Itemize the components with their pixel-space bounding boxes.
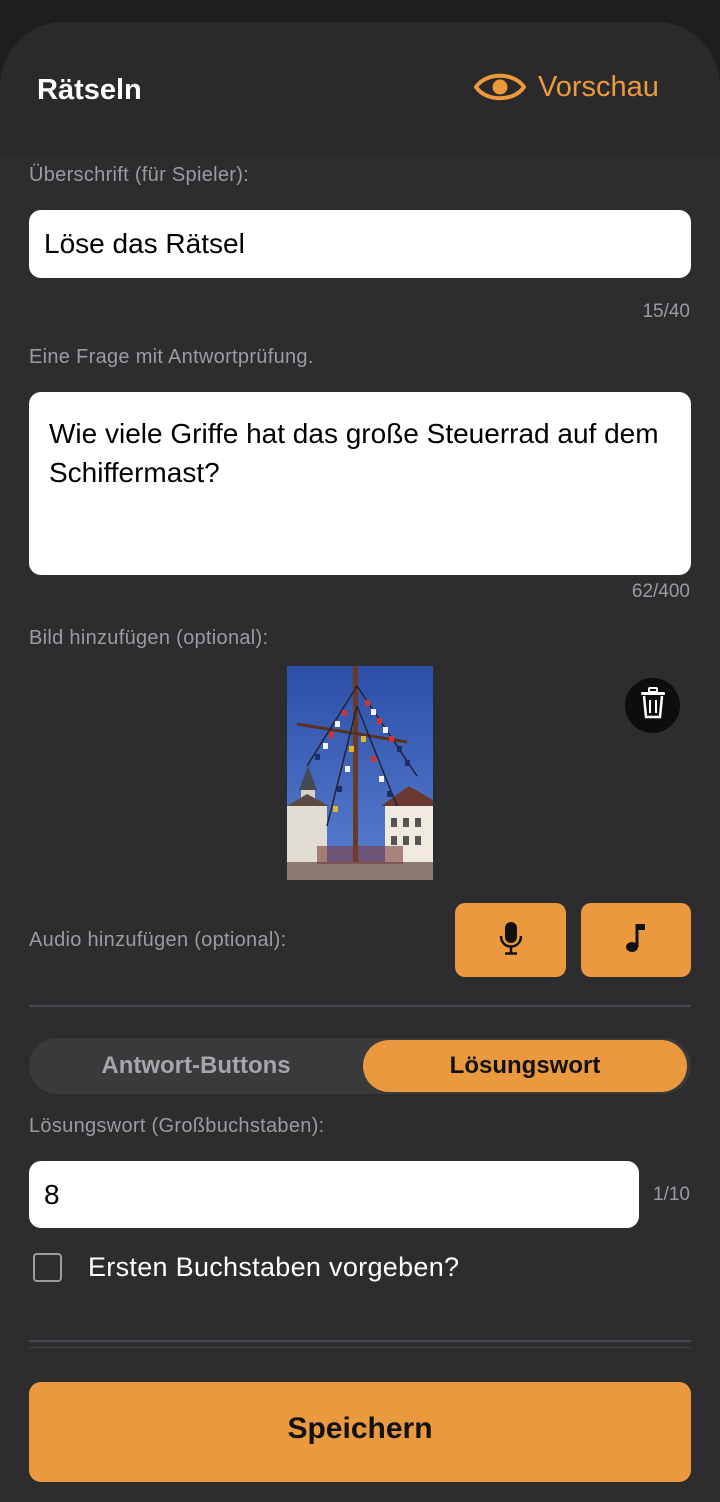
page-title: Rätseln: [37, 74, 142, 106]
editor-sheet: Rätseln Vorschau Überschrift (für Spiele…: [0, 22, 720, 1502]
footer-divider-bottom: [29, 1347, 691, 1348]
first-letter-checkbox[interactable]: [33, 1253, 62, 1282]
question-label: Eine Frage mit Antwortprüfung.: [29, 346, 314, 368]
preview-button[interactable]: Vorschau: [474, 70, 659, 104]
header-bar: Rätseln Vorschau: [0, 22, 720, 156]
solution-word-field-box: [29, 1161, 639, 1228]
section-divider: [29, 1005, 691, 1007]
preview-label: Vorschau: [538, 70, 659, 103]
attached-photo[interactable]: [287, 666, 433, 880]
heading-field-box: [29, 210, 691, 278]
microphone-icon: [499, 921, 523, 960]
question-char-counter: 62/400: [631, 581, 690, 602]
question-textarea[interactable]: Wie viele Griffe hat das große Steuerrad…: [29, 392, 691, 575]
heading-input[interactable]: [29, 210, 691, 278]
solution-word-char-counter: 1/10: [653, 1184, 690, 1205]
footer-divider-top: [29, 1340, 691, 1342]
tab-answer-buttons[interactable]: Antwort-Buttons: [31, 1040, 361, 1092]
choose-music-button[interactable]: [581, 903, 691, 977]
solution-word-input[interactable]: [29, 1161, 639, 1228]
solution-word-label: Lösungswort (Großbuchstaben):: [29, 1115, 325, 1137]
trash-icon: [639, 687, 667, 724]
image-label: Bild hinzufügen (optional):: [29, 627, 269, 649]
tab-solution-word[interactable]: Lösungswort: [363, 1040, 687, 1092]
audio-label: Audio hinzufügen (optional):: [29, 929, 287, 951]
delete-image-button[interactable]: [625, 678, 680, 733]
music-note-icon: [625, 922, 647, 959]
first-letter-checkbox-label[interactable]: Ersten Buchstaben vorgeben?: [88, 1252, 459, 1283]
eye-icon: [474, 70, 526, 104]
heading-char-counter: 15/40: [642, 301, 690, 322]
record-audio-button[interactable]: [455, 903, 566, 977]
heading-label: Überschrift (für Spieler):: [29, 164, 250, 186]
save-button[interactable]: Speichern: [29, 1382, 691, 1482]
answer-mode-segmented-control: Antwort-Buttons Lösungswort: [29, 1038, 691, 1094]
question-field-box: Wie viele Griffe hat das große Steuerrad…: [29, 392, 691, 575]
